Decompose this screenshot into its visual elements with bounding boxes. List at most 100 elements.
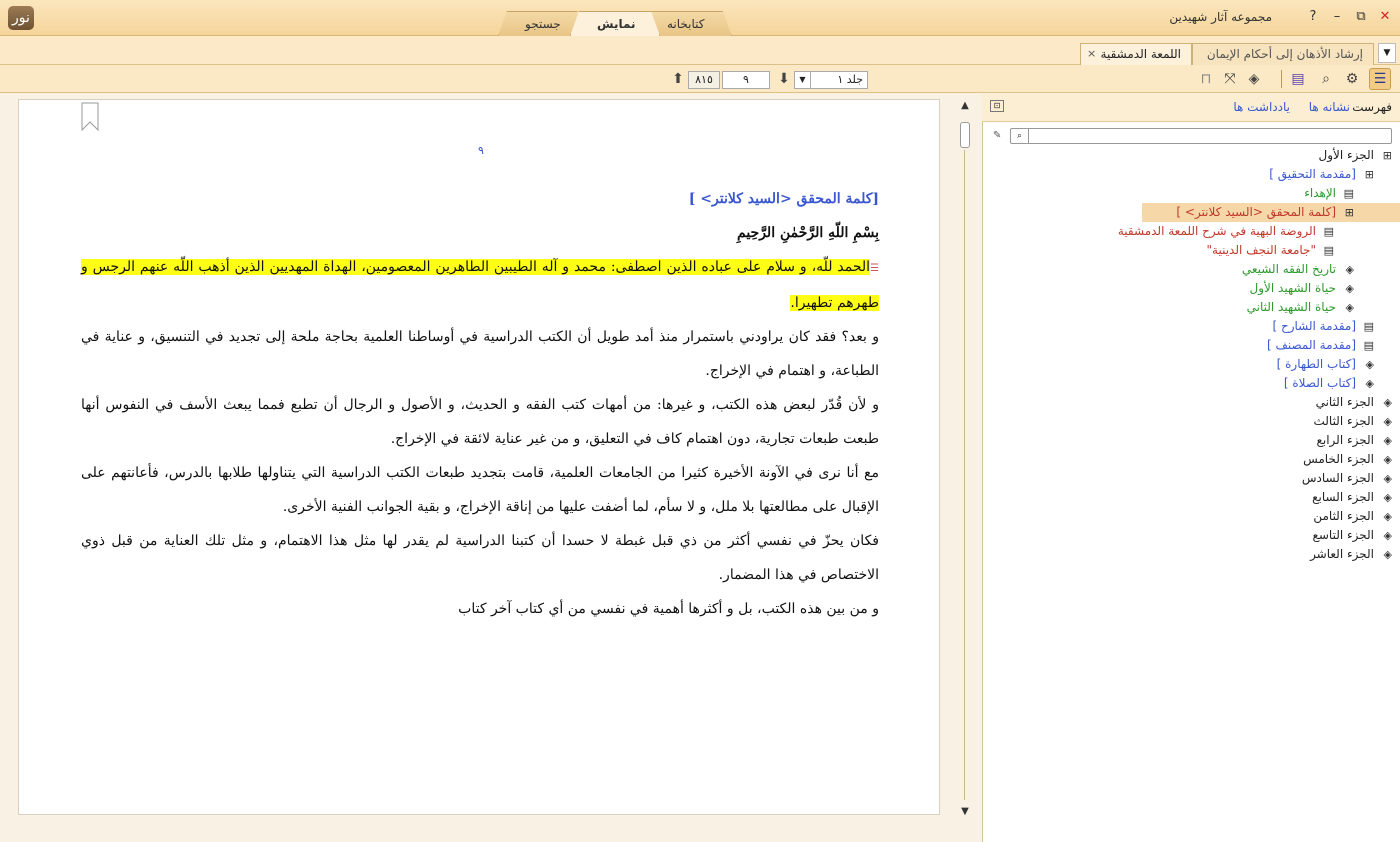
scroll-down-icon[interactable]: ▼ [956,806,974,822]
restore-button[interactable]: ⧉ [1352,8,1370,26]
layers-icon[interactable]: ◈ [1244,69,1264,89]
bookmark-icon[interactable]: ⊓ [1196,69,1216,89]
toc-item[interactable]: ⊞ الجزء الأول [982,146,1400,165]
tool-icon[interactable]: ✎ [993,130,1001,141]
close-button[interactable]: ✕ [1376,8,1394,26]
open-book-icon: ⊞ [1344,206,1354,219]
toc-item-label: [مقدمة المصنف ] [1266,338,1356,352]
page-icon: ▤ [1343,187,1354,200]
scroll-up-icon[interactable]: ▲ [956,100,974,116]
toc-item-label: [كتاب الصلاة ] [1283,376,1356,390]
closed-book-icon: ◈ [1383,415,1392,428]
minimize-button[interactable]: – [1328,8,1346,26]
toc-item[interactable]: ⊞ [كلمة المحقق <السيد كلانتر> ] [1142,203,1400,222]
toc-search-input[interactable]: ⌕ [1010,128,1392,144]
closed-book-icon: ◈ [1383,510,1392,523]
paragraph: و لأن قُدّر لبعض هذه الكتب، و غيرها: من … [81,397,879,447]
toc-item-label: الجزء العاشر [1310,547,1374,561]
toc-item[interactable]: ◈ الجزء السادس [982,469,1400,488]
section-heading: [كلمة المحقق <السيد كلانتر> ] [688,191,879,207]
toc-item[interactable]: ◈ الجزء الثالث [982,412,1400,431]
toc-item[interactable]: ◈ الجزء الثامن [982,507,1400,526]
total-pages: ٨١٥ [688,71,720,89]
toc-item[interactable]: ◈ [كتاب الصلاة ] [982,374,1400,393]
toc-item[interactable]: ◈ حياة الشهيد الثاني [982,298,1400,317]
gear-icon[interactable]: ⚙ [1342,69,1362,89]
magnifier-icon[interactable]: ⌕ [1316,69,1336,89]
window-title: مجموعه آثار شهیدین [1169,10,1272,24]
paragraph: و بعد؟ فقد كان يراودني باستمرار منذ أمد … [81,329,879,379]
toc-item-label: الجزء الثامن [1313,509,1374,523]
toc-item-label: حياة الشهيد الأول [1249,281,1336,295]
toc-item[interactable]: ◈ حياة الشهيد الأول [982,279,1400,298]
toc-item-label: حياة الشهيد الثاني [1246,300,1336,314]
toc-item-label: تاريخ الفقه الشيعي [1241,262,1336,276]
toc-item[interactable]: ▤ [مقدمة الشارح ] [982,317,1400,336]
closed-book-icon: ◈ [1383,491,1392,504]
toc-item[interactable]: ⊞ [مقدمة التحقيق ] [982,165,1400,184]
page-icon: ▤ [1363,339,1374,352]
toc-item[interactable]: ◈ الجزء العاشر [982,545,1400,564]
tab-display[interactable]: نمایش [570,11,660,36]
scroll-thumb[interactable] [960,122,970,148]
toc-item[interactable]: ◈ الجزء التاسع [982,526,1400,545]
toc-item[interactable]: ▤ [مقدمة المصنف ] [982,336,1400,355]
search-icon[interactable]: ⌕ [1011,129,1029,143]
toc-item[interactable]: ◈ الجزء السابع [982,488,1400,507]
toc-item[interactable]: ◈ الجزء الثاني [982,393,1400,412]
closed-book-icon: ◈ [1383,548,1392,561]
tab-notes[interactable]: یادداشت ها [1233,100,1290,114]
volume-label: جلد ١ [837,73,863,86]
toc-item-label: الجزء الثالث [1313,414,1374,428]
bookmark-ribbon-icon[interactable] [81,102,99,132]
list-icon[interactable]: ☰ [1369,68,1391,90]
toc-item-label: "جامعة النجف الدينية" [1206,243,1316,257]
tab-bookmarks[interactable]: نشانه ها [1309,100,1350,114]
open-book-icon: ⊞ [1382,149,1392,162]
close-tab-icon[interactable]: × [1087,44,1096,64]
doc-tabs-dropdown-icon[interactable]: ▼ [1378,43,1396,63]
paragraph: فكان يحزّ في نفسي أكثر من ذي قبل غبطة لا… [81,533,879,583]
help-button[interactable]: ? [1304,8,1322,26]
toc-item[interactable]: ◈ الجزء الرابع [982,431,1400,450]
fullscreen-icon[interactable]: ⤧ [1220,69,1240,89]
paragraph-highlighted: ☰الحمد للّه، و سلام على عباده الذين اصطف… [81,250,879,320]
scroll-track[interactable] [964,150,965,800]
toc-item[interactable]: ◈ الجزء الخامس [982,450,1400,469]
toc-item-label: الإهداء [1304,186,1336,200]
vertical-scrollbar[interactable]: ▲ ▼ [956,100,974,824]
sidebar-tabs: فهرست نشانه ها یادداشت ها ⊡ [982,94,1400,122]
chevron-down-icon[interactable]: ▼ [795,72,811,88]
toc-item[interactable]: ▤ "جامعة النجف الدينية" [982,241,1400,260]
closed-book-icon: ◈ [1383,453,1392,466]
toc-item[interactable]: ▤ الروضة البهية في شرح اللمعة الدمشقية [982,222,1400,241]
page-input[interactable]: ٩ [722,71,770,89]
toc-item[interactable]: ▤ الإهداء [982,184,1400,203]
volume-select[interactable]: جلد ١ ▼ [794,71,868,89]
sidebar: فهرست نشانه ها یادداشت ها ⊡ ✎ ⌕ ⊞ الجزء ا… [982,94,1400,842]
toc-item[interactable]: ◈ [كتاب الطهارة ] [982,355,1400,374]
document-tabs: ▼ إرشاد الأذهان إلى أحكام الإيمان اللمعة… [0,36,1400,65]
toc-item-label: الجزء الرابع [1316,433,1375,447]
toc-item[interactable]: ◈ تاريخ الفقه الشيعي [982,260,1400,279]
page-sheet: ٩ [كلمة المحقق <السيد كلانتر> ] بِسْمِ ا… [18,99,940,815]
toc-item-label: الروضة البهية في شرح اللمعة الدمشقية [1117,224,1316,238]
closed-book-icon: ◈ [1345,282,1354,295]
paragraph-mark-icon: ☰ [870,263,879,274]
arrow-up-icon[interactable]: ⬆ [668,69,688,89]
tab-index[interactable]: فهرست [1352,100,1392,114]
closed-book-icon: ◈ [1383,472,1392,485]
closed-book-icon: ◈ [1365,358,1374,371]
toc-item-label: [كلمة المحقق <السيد كلانتر> ] [1176,205,1336,219]
closed-book-icon: ◈ [1345,301,1354,314]
arrow-down-icon[interactable]: ⬇ [774,69,794,89]
page-icon: ▤ [1323,225,1334,238]
paragraph: مع أنا نرى في الآونة الأخيرة كثيرا من ال… [81,465,879,515]
doc-tab-lumaa[interactable]: اللمعة الدمشقية × [1080,43,1192,65]
app-logo: نور [8,6,34,30]
pin-icon[interactable]: ⊡ [990,100,1004,112]
doc-tab-irshad[interactable]: إرشاد الأذهان إلى أحكام الإيمان [1192,43,1374,65]
toc-item-label: الجزء الأول [1318,148,1374,162]
highlighted-text: الحمد للّه، و سلام على عباده الذين اصطفى… [81,259,879,311]
notes-icon[interactable]: ▤ [1288,69,1308,89]
